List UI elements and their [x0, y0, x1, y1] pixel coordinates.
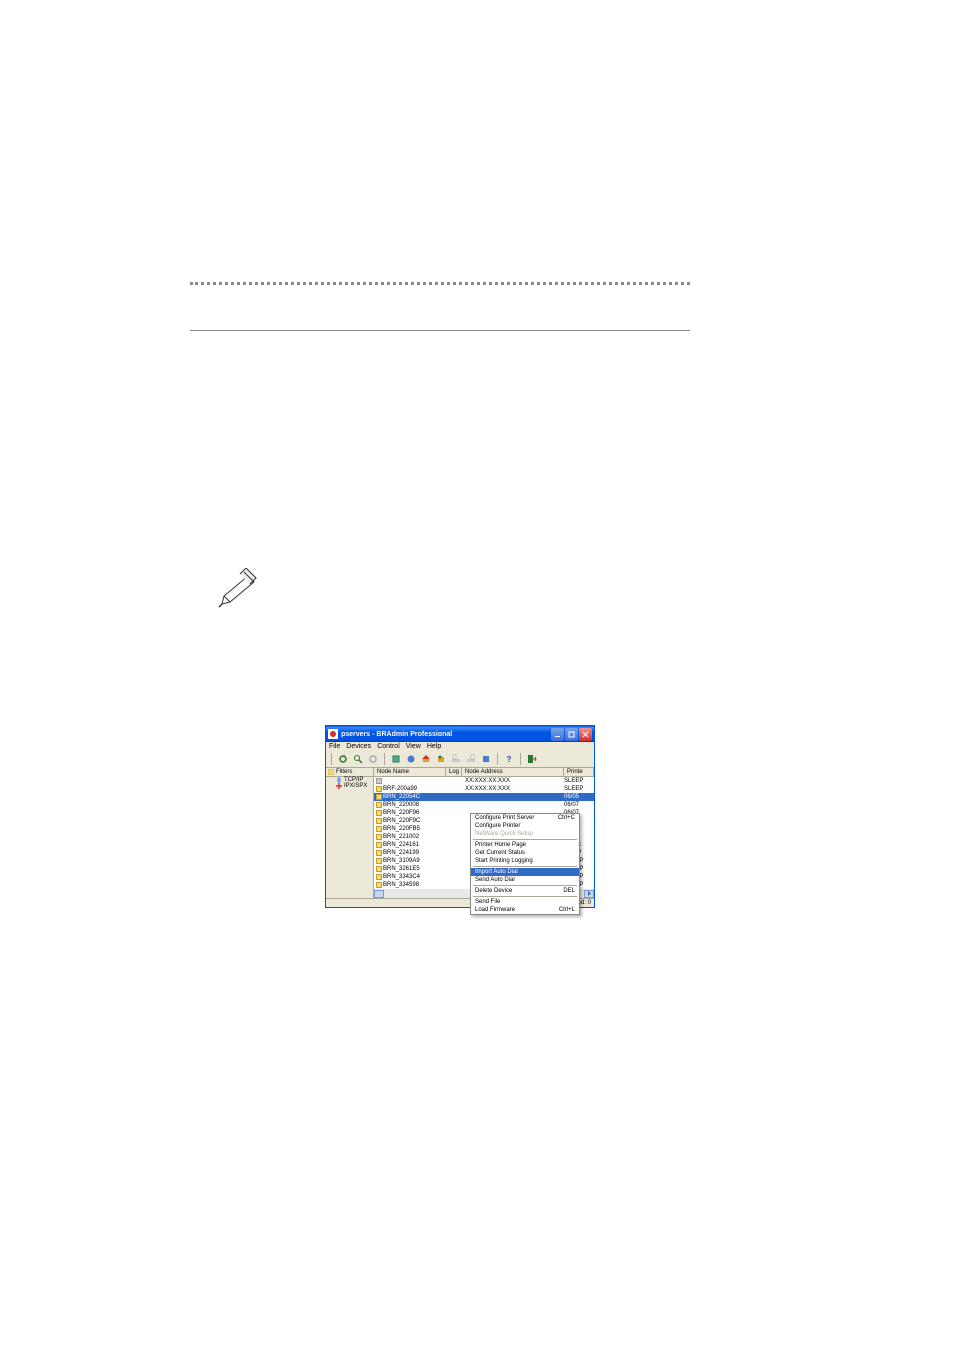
menu-item[interactable]: Delete DeviceDEL: [471, 887, 579, 895]
scroll-thumb[interactable]: [374, 890, 384, 898]
menu-item[interactable]: Configure Print ServerCtrl+C: [471, 814, 579, 822]
filter-ipxspx[interactable]: IPX/SPX: [326, 783, 373, 789]
refresh-icon[interactable]: [337, 753, 349, 765]
menu-file[interactable]: File: [329, 743, 340, 750]
menubar[interactable]: File Devices Control View Help: [326, 742, 594, 751]
printer-icon: [376, 778, 382, 784]
scroll-right-button[interactable]: [584, 890, 594, 898]
menu-help[interactable]: Help: [427, 743, 441, 750]
menu-item[interactable]: Configure Printer: [471, 822, 579, 830]
printer-icon: [376, 866, 382, 872]
pause-icon[interactable]: [367, 753, 379, 765]
toolbar: ?: [326, 751, 594, 768]
menu-control[interactable]: Control: [377, 743, 400, 750]
printer-icon: [376, 834, 382, 840]
log-icon[interactable]: [450, 753, 462, 765]
printer-icon: [376, 882, 382, 888]
maximize-button[interactable]: [565, 728, 578, 741]
menu-view[interactable]: View: [406, 743, 421, 750]
col-node-address[interactable]: Node Address: [462, 768, 564, 776]
app-icon: [328, 729, 338, 739]
table-row[interactable]: BRF-200a99XX:XXX:XX:XXXSLEEP: [374, 785, 594, 793]
col-node-name[interactable]: Node Name: [374, 768, 446, 776]
menu-item[interactable]: Import Auto Dial: [471, 868, 579, 876]
printer-icon: [376, 786, 382, 792]
note-icon: [218, 568, 258, 608]
table-row[interactable]: BRN_22000806/07: [374, 801, 594, 809]
list-header: Node Name Log Node Address Printe: [374, 768, 594, 777]
col-printer[interactable]: Printe: [564, 768, 594, 776]
sidebar: Filters TCP/IP IPX/SPX: [326, 768, 374, 898]
menu-item[interactable]: Send Auto Dial: [471, 876, 579, 884]
printer-icon: [376, 826, 382, 832]
menu-item[interactable]: Send File: [471, 898, 579, 906]
menu-item[interactable]: Load FirmwareCtrl+L: [471, 906, 579, 914]
titlebar[interactable]: pservers - BRAdmin Professional: [326, 726, 594, 742]
printer-icon: [376, 874, 382, 880]
menu-item[interactable]: Printer Home Page: [471, 841, 579, 849]
printer-icon: [376, 842, 382, 848]
printer-icon: [376, 850, 382, 856]
report-icon[interactable]: [435, 753, 447, 765]
context-menu[interactable]: Configure Print ServerCtrl+CConfigure Pr…: [470, 813, 580, 915]
minimize-button[interactable]: [551, 728, 564, 741]
devices-icon[interactable]: [405, 753, 417, 765]
printer-icon: [376, 810, 382, 816]
search-icon[interactable]: [352, 753, 364, 765]
help-icon[interactable]: ?: [503, 753, 515, 765]
printer-icon: [376, 818, 382, 824]
window-title: pservers - BRAdmin Professional: [341, 731, 550, 738]
stop-icon[interactable]: [465, 753, 477, 765]
close-button[interactable]: [579, 728, 592, 741]
menu-devices[interactable]: Devices: [346, 743, 371, 750]
table-row[interactable]: XX:XXX:XX:XXXSLEEP: [374, 777, 594, 785]
menu-item[interactable]: Start Printing Logging: [471, 857, 579, 865]
printer-icon: [376, 802, 382, 808]
configure-icon[interactable]: [390, 753, 402, 765]
settings-icon[interactable]: [480, 753, 492, 765]
printer-icon: [376, 794, 382, 800]
exit-icon[interactable]: [526, 753, 538, 765]
menu-item: NetWare Quick Setup: [471, 830, 579, 838]
table-row[interactable]: BRN_22054C06/05: [374, 793, 594, 801]
printer-icon: [376, 858, 382, 864]
home-icon[interactable]: [420, 753, 432, 765]
menu-item[interactable]: Get Current Status: [471, 849, 579, 857]
col-log[interactable]: Log: [446, 768, 462, 776]
sidebar-header[interactable]: Filters: [326, 768, 373, 777]
